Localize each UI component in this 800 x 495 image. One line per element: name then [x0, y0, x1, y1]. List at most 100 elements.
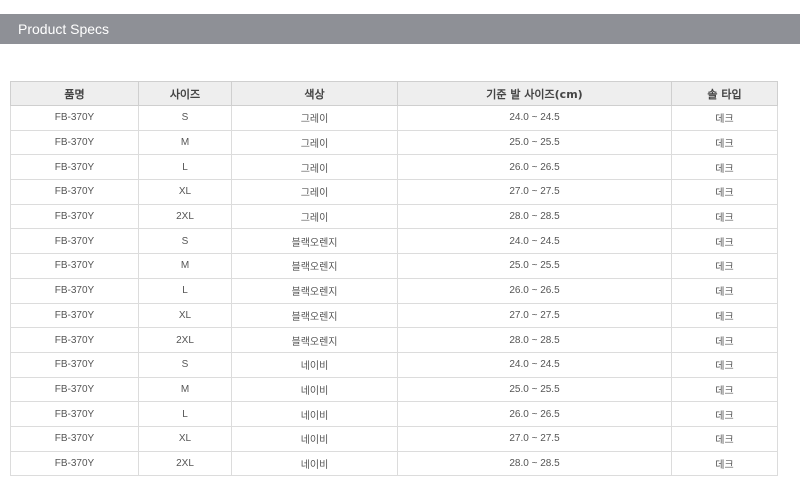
cell-size: M [138, 253, 232, 279]
cell-foot-size: 25.0 ~ 25.5 [397, 129, 672, 156]
table-row: FB-370Y 2XL 네이비 28.0 ~ 28.5 데크 [10, 450, 778, 477]
cell-foot-size: 24.0 ~ 24.5 [397, 228, 672, 255]
table-row: FB-370Y L 그레이 26.0 ~ 26.5 데크 [10, 154, 778, 181]
cell-foot-size: 28.0 ~ 28.5 [397, 327, 672, 353]
column-header-product-name: 품명 [10, 81, 139, 106]
column-header-sole-type: 솔 타입 [671, 81, 778, 106]
cell-size: 2XL [138, 450, 232, 477]
product-specs-table: 품명 사이즈 색상 기준 발 사이즈(cm) 솔 타입 FB-370Y S 그레이 2… [10, 81, 778, 477]
cell-sole-type: 데크 [671, 450, 778, 477]
cell-color: 블랙오렌지 [231, 277, 398, 304]
cell-product-name: FB-370Y [10, 253, 139, 279]
table-row: FB-370Y L 네이비 26.0 ~ 26.5 데크 [10, 401, 778, 427]
cell-size: L [138, 401, 232, 427]
cell-size: S [138, 105, 232, 131]
cell-product-name: FB-370Y [10, 203, 139, 230]
cell-foot-size: 26.0 ~ 26.5 [397, 277, 672, 304]
cell-size: S [138, 228, 232, 255]
cell-color: 네이비 [231, 401, 398, 427]
column-header-color: 색상 [231, 81, 398, 106]
cell-color: 블랙오렌지 [231, 302, 398, 329]
cell-sole-type: 데크 [671, 105, 778, 131]
cell-sole-type: 데크 [671, 253, 778, 279]
cell-size: XL [138, 302, 232, 329]
table-row: FB-370Y 2XL 블랙오렌지 28.0 ~ 28.5 데크 [10, 327, 778, 353]
cell-sole-type: 데크 [671, 203, 778, 230]
cell-product-name: FB-370Y [10, 351, 139, 378]
cell-product-name: FB-370Y [10, 327, 139, 353]
cell-foot-size: 27.0 ~ 27.5 [397, 302, 672, 329]
table-header: 품명 사이즈 색상 기준 발 사이즈(cm) 솔 타입 [10, 81, 778, 106]
table-row: FB-370Y XL 블랙오렌지 27.0 ~ 27.5 데크 [10, 302, 778, 329]
cell-size: 2XL [138, 203, 232, 230]
cell-color: 그레이 [231, 154, 398, 181]
cell-product-name: FB-370Y [10, 450, 139, 477]
cell-color: 네이비 [231, 425, 398, 452]
cell-color: 그레이 [231, 179, 398, 205]
cell-color: 그레이 [231, 105, 398, 131]
cell-size: L [138, 154, 232, 181]
table-body: FB-370Y S 그레이 24.0 ~ 24.5 데크 FB-370Y M 그레이 25.0 … [10, 105, 778, 477]
cell-color: 블랙오렌지 [231, 253, 398, 279]
cell-color: 블랙오렌지 [231, 228, 398, 255]
cell-size: M [138, 129, 232, 156]
cell-product-name: FB-370Y [10, 376, 139, 403]
table-row: FB-370Y M 네이비 25.0 ~ 25.5 데크 [10, 376, 778, 403]
cell-size: L [138, 277, 232, 304]
table-header-row: 품명 사이즈 색상 기준 발 사이즈(cm) 솔 타입 [10, 81, 778, 106]
cell-product-name: FB-370Y [10, 302, 139, 329]
cell-foot-size: 27.0 ~ 27.5 [397, 425, 672, 452]
cell-product-name: FB-370Y [10, 105, 139, 131]
table-row: FB-370Y M 그레이 25.0 ~ 25.5 데크 [10, 129, 778, 156]
cell-size: XL [138, 179, 232, 205]
cell-foot-size: 24.0 ~ 24.5 [397, 105, 672, 131]
cell-sole-type: 데크 [671, 327, 778, 353]
cell-size: XL [138, 425, 232, 452]
cell-product-name: FB-370Y [10, 179, 139, 205]
cell-product-name: FB-370Y [10, 154, 139, 181]
cell-foot-size: 27.0 ~ 27.5 [397, 179, 672, 205]
table-row: FB-370Y XL 그레이 27.0 ~ 27.5 데크 [10, 179, 778, 205]
cell-color: 네이비 [231, 450, 398, 477]
section-title: Product Specs [18, 21, 110, 37]
cell-sole-type: 데크 [671, 302, 778, 329]
cell-sole-type: 데크 [671, 401, 778, 427]
table-row: FB-370Y 2XL 그레이 28.0 ~ 28.5 데크 [10, 203, 778, 230]
cell-sole-type: 데크 [671, 154, 778, 181]
cell-size: M [138, 376, 232, 403]
cell-foot-size: 25.0 ~ 25.5 [397, 253, 672, 279]
cell-product-name: FB-370Y [10, 129, 139, 156]
cell-size: 2XL [138, 327, 232, 353]
cell-product-name: FB-370Y [10, 401, 139, 427]
table-row: FB-370Y S 그레이 24.0 ~ 24.5 데크 [10, 105, 778, 131]
cell-color: 네이비 [231, 376, 398, 403]
cell-sole-type: 데크 [671, 425, 778, 452]
table-row: FB-370Y XL 네이비 27.0 ~ 27.5 데크 [10, 425, 778, 452]
cell-product-name: FB-370Y [10, 277, 139, 304]
cell-sole-type: 데크 [671, 179, 778, 205]
cell-foot-size: 28.0 ~ 28.5 [397, 450, 672, 477]
cell-color: 그레이 [231, 129, 398, 156]
cell-product-name: FB-370Y [10, 228, 139, 255]
table-row: FB-370Y S 블랙오렌지 24.0 ~ 24.5 데크 [10, 228, 778, 255]
column-header-foot-size: 기준 발 사이즈(cm) [397, 81, 672, 106]
table-row: FB-370Y S 네이비 24.0 ~ 24.5 데크 [10, 351, 778, 378]
cell-sole-type: 데크 [671, 351, 778, 378]
cell-foot-size: 26.0 ~ 26.5 [397, 154, 672, 181]
section-header-bar: Product Specs [0, 14, 800, 44]
cell-color: 그레이 [231, 203, 398, 230]
cell-sole-type: 데크 [671, 129, 778, 156]
cell-size: S [138, 351, 232, 378]
cell-sole-type: 데크 [671, 376, 778, 403]
table-row: FB-370Y L 블랙오렌지 26.0 ~ 26.5 데크 [10, 277, 778, 304]
cell-product-name: FB-370Y [10, 425, 139, 452]
table-row: FB-370Y M 블랙오렌지 25.0 ~ 25.5 데크 [10, 253, 778, 279]
cell-color: 블랙오렌지 [231, 327, 398, 353]
cell-sole-type: 데크 [671, 228, 778, 255]
cell-foot-size: 26.0 ~ 26.5 [397, 401, 672, 427]
cell-color: 네이비 [231, 351, 398, 378]
cell-sole-type: 데크 [671, 277, 778, 304]
column-header-size: 사이즈 [138, 81, 232, 106]
cell-foot-size: 25.0 ~ 25.5 [397, 376, 672, 403]
cell-foot-size: 28.0 ~ 28.5 [397, 203, 672, 230]
